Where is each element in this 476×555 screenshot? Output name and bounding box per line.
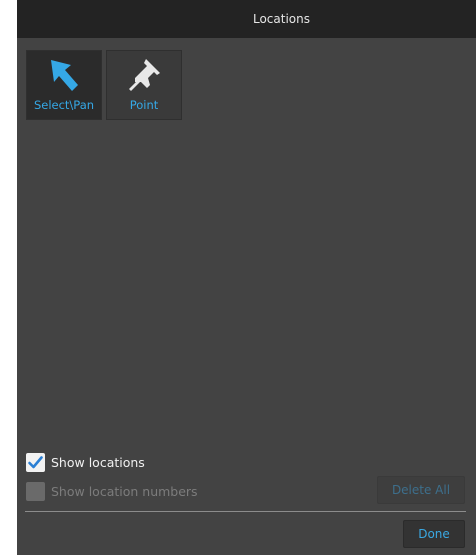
locations-dialog: Locations Select\Pan Point Show location… [17,0,476,555]
footer-divider [25,511,466,512]
arrow-cursor-icon [51,60,78,91]
title-bar: Locations [17,0,476,38]
select-pan-tool-button[interactable]: Select\Pan [26,50,102,120]
point-label: Point [129,98,159,112]
point-tool-button[interactable]: Point [106,50,182,120]
done-button[interactable]: Done [403,520,465,548]
dialog-title: Locations [252,12,310,26]
pushpin-icon [129,59,160,91]
select-pan-label: Select\Pan [33,98,95,112]
checkmark-icon [28,455,43,468]
show-locations-option[interactable]: Show locations [26,451,145,473]
show-location-numbers-option[interactable]: Show location numbers [26,480,198,502]
show-locations-label: Show locations [51,454,145,470]
show-location-numbers-checkbox[interactable] [26,481,45,501]
show-locations-checkbox[interactable] [26,452,45,472]
delete-all-button[interactable]: Delete All [377,476,465,504]
show-location-numbers-label: Show location numbers [51,483,198,499]
